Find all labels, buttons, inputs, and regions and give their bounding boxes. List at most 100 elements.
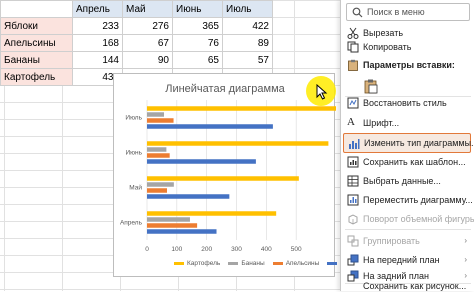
menu-search-input[interactable]: Поиск в меню	[346, 3, 470, 21]
legend-swatch	[174, 262, 184, 265]
legend-item[interactable]: Бананы	[228, 260, 265, 267]
y-category-label: Июль	[125, 115, 142, 122]
menu-item-rotate-3d[interactable]: Поворот объемной фигуры...	[341, 209, 474, 229]
move-chart-icon	[347, 194, 359, 206]
column-header-april[interactable]: Апрель	[72, 0, 123, 18]
y-category-label: Май	[129, 184, 142, 192]
x-tick-label: 300	[231, 246, 242, 253]
table-cell[interactable]: 76	[172, 34, 223, 52]
bar	[147, 229, 217, 234]
x-tick-label: 500	[291, 246, 302, 253]
legend-item[interactable]: Апельсины	[272, 260, 319, 267]
corner-cell[interactable]	[0, 0, 73, 18]
table-cell[interactable]: 365	[172, 17, 223, 35]
menu-item-label: Шрифт...	[363, 118, 400, 128]
context-menu: Поиск в меню Вырезать Копировать Парамет…	[340, 0, 474, 291]
search-placeholder: Поиск в меню	[367, 7, 425, 17]
rotate-3d-icon	[348, 214, 358, 225]
copy-icon	[347, 41, 359, 53]
table-cell[interactable]: 89	[222, 34, 273, 52]
menu-item-copy[interactable]: Копировать	[341, 37, 474, 57]
table-cell[interactable]: 57	[222, 51, 273, 69]
menu-item-save-template[interactable]: Сохранить как шаблон...	[341, 152, 474, 172]
legend-swatch	[272, 262, 283, 265]
bar	[147, 141, 329, 146]
legend-item[interactable]: Картофель	[174, 260, 220, 267]
y-category-label: Июнь	[125, 150, 142, 157]
bar	[147, 153, 170, 158]
bar	[147, 112, 165, 117]
bar	[147, 106, 336, 111]
menu-item-reset-style[interactable]: Восстановить стиль	[341, 93, 474, 113]
bar	[147, 147, 167, 152]
menu-item-label: Сохранить как шаблон...	[363, 157, 466, 167]
bar	[147, 176, 299, 181]
table-cell[interactable]: 144	[72, 51, 123, 69]
legend-label: Картофель	[187, 260, 221, 267]
menu-item-label: Выбрать данные...	[363, 176, 441, 186]
chevron-right-icon: ›	[464, 236, 467, 245]
bar	[147, 159, 256, 164]
bar	[147, 223, 198, 228]
chart-type-icon	[349, 139, 360, 149]
table-cell[interactable]: 65	[172, 51, 223, 69]
column-header-may[interactable]: Май	[122, 0, 173, 18]
table-cell[interactable]: 67	[122, 34, 173, 52]
menu-item-label: Переместить диаграмму...	[363, 195, 473, 205]
menu-item-label: Поворот объемной фигуры...	[363, 214, 474, 224]
table-cell[interactable]: 233	[72, 17, 123, 35]
chart-plot[interactable]: 0 100 200 300 400 500 Апрель Май Июнь Июль	[114, 74, 336, 278]
table-row: Яблоки 233 276 365 422	[0, 17, 273, 35]
legend-label: Бананы	[241, 260, 265, 267]
x-tick-label: 400	[261, 246, 272, 253]
reset-style-icon	[347, 97, 359, 109]
legend-swatch	[327, 262, 338, 265]
menu-item-group[interactable]: Группировать ›	[341, 231, 474, 251]
menu-item-label: На передний план	[363, 255, 440, 265]
menu-item-move-chart[interactable]: Переместить диаграмму...	[341, 190, 474, 210]
menu-item-label: Изменить тип диаграммы...	[364, 138, 474, 148]
chevron-right-icon: ›	[464, 271, 467, 280]
table-row: Апельсины 168 67 76 89	[0, 34, 273, 52]
menu-item-change-chart-type[interactable]: Изменить тип диаграммы...	[343, 133, 474, 153]
save-template-icon	[347, 156, 359, 168]
font-icon: A	[347, 116, 355, 128]
chart-legend[interactable]: КартофельБананыАпельсиныЯблоки	[174, 260, 362, 267]
column-header-june[interactable]: Июнь	[172, 0, 223, 18]
search-icon	[352, 7, 363, 18]
menu-item-save-picture[interactable]: Сохранить как рисунок...	[341, 280, 474, 292]
table-cell[interactable]: 276	[122, 17, 173, 35]
table-header-row: Апрель Май Июнь Июль	[0, 0, 273, 18]
mouse-cursor-icon	[316, 84, 328, 100]
table-row: Бананы 144 90 65 57	[0, 51, 273, 69]
paste-icon[interactable]	[363, 78, 379, 94]
menu-item-label: Группировать	[363, 236, 420, 246]
menu-item-paste-options: Параметры вставки:	[341, 55, 474, 75]
spreadsheet: Апрель Май Июнь Июль Яблоки 233 276 365 …	[0, 0, 362, 291]
chevron-right-icon: ›	[464, 255, 467, 264]
table-cell[interactable]: 90	[122, 51, 173, 69]
bar	[147, 124, 273, 129]
table-cell[interactable]: 168	[72, 34, 123, 52]
row-header-oranges[interactable]: Апельсины	[0, 34, 73, 52]
menu-item-font[interactable]: A Шрифт...	[341, 113, 474, 133]
bar	[147, 217, 190, 222]
bring-front-icon	[347, 254, 359, 266]
y-category-label: Апрель	[120, 220, 143, 227]
bar	[147, 182, 174, 187]
row-header-potatoes[interactable]: Картофель	[0, 68, 73, 86]
menu-item-select-data[interactable]: Выбрать данные...	[341, 171, 474, 191]
clipboard-icon	[348, 59, 358, 71]
table-cell[interactable]: 422	[222, 17, 273, 35]
row-header-bananas[interactable]: Бананы	[0, 51, 73, 69]
legend-swatch	[228, 262, 239, 265]
menu-item-label: Восстановить стиль	[363, 98, 447, 108]
group-icon	[347, 235, 359, 247]
bar-chart[interactable]: Линейчатая диаграмма 0 100 200 300 400 500 Апр…	[113, 73, 362, 278]
bar	[147, 194, 230, 199]
x-tick-label: 0	[145, 246, 149, 253]
column-header-july[interactable]: Июль	[222, 0, 273, 18]
row-header-apples[interactable]: Яблоки	[0, 17, 73, 35]
bar	[147, 211, 277, 216]
x-tick-label: 100	[171, 246, 182, 253]
